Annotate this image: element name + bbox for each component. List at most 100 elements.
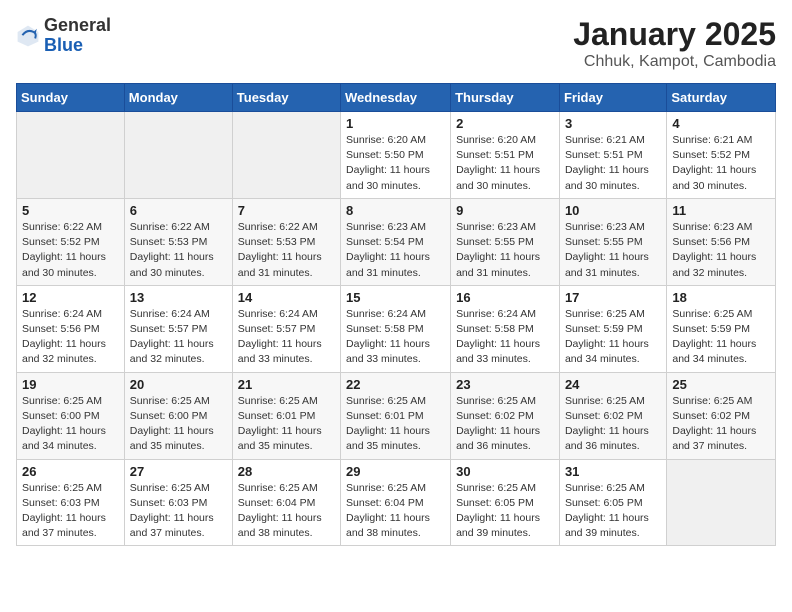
calendar-cell	[124, 112, 232, 199]
day-info: Sunrise: 6:24 AMSunset: 5:57 PMDaylight:…	[130, 307, 227, 368]
calendar-cell: 26 Sunrise: 6:25 AMSunset: 6:03 PMDayligh…	[17, 459, 125, 546]
title-block: January 2025 Chhuk, Kampot, Cambodia	[573, 16, 776, 71]
day-number: 15	[346, 290, 445, 305]
calendar-week-2: 5Sunrise: 6:22 AMSunset: 5:52 PMDaylight…	[17, 198, 776, 285]
calendar-cell: 17Sunrise: 6:25 AMSunset: 5:59 PMDayligh…	[559, 285, 666, 372]
day-info: Sunrise: 6:24 AMSunset: 5:58 PMDaylight:…	[456, 307, 554, 368]
day-number: 14	[238, 290, 335, 305]
day-info: Sunrise: 6:23 AMSunset: 5:54 PMDaylight:…	[346, 220, 445, 281]
day-info: Sunrise: 6:22 AMSunset: 5:53 PMDaylight:…	[238, 220, 335, 281]
day-number: 21	[238, 377, 335, 392]
day-number: 17	[565, 290, 661, 305]
header-day-saturday: Saturday	[667, 84, 776, 112]
calendar-cell: 19 Sunrise: 6:25 AMSunset: 6:00 PMDayligh…	[17, 372, 125, 459]
header-day-wednesday: Wednesday	[341, 84, 451, 112]
calendar-cell: 2Sunrise: 6:20 AMSunset: 5:51 PMDaylight…	[451, 112, 560, 199]
day-info: Sunrise: 6:24 AMSunset: 5:56 PMDaylight:…	[22, 307, 119, 368]
day-info: Sunrise: 6:25 AMSunset: 6:05 PMDaylight:…	[565, 481, 661, 542]
day-number: 20	[130, 377, 227, 392]
header-day-thursday: Thursday	[451, 84, 560, 112]
calendar-cell	[17, 112, 125, 199]
calendar-cell: 18 Sunrise: 6:25 AMSunset: 5:59 PMDayligh…	[667, 285, 776, 372]
day-number: 25	[672, 377, 770, 392]
calendar-cell: 22Sunrise: 6:25 AMSunset: 6:01 PMDayligh…	[341, 372, 451, 459]
calendar-cell: 16 Sunrise: 6:24 AMSunset: 5:58 PMDayligh…	[451, 285, 560, 372]
day-info: Sunrise: 6:25 AMSunset: 6:04 PMDaylight:…	[238, 481, 335, 542]
day-info: Sunrise: 6:25 AMSunset: 6:02 PMDaylight:…	[456, 394, 554, 455]
day-info: Sunrise: 6:21 AMSunset: 5:52 PMDaylight:…	[672, 133, 770, 194]
calendar-cell: 21 Sunrise: 6:25 AMSunset: 6:01 PMDayligh…	[232, 372, 340, 459]
calendar-week-1: 1Sunrise: 6:20 AMSunset: 5:50 PMDaylight…	[17, 112, 776, 199]
logo-blue-text: Blue	[44, 36, 111, 56]
day-info: Sunrise: 6:23 AMSunset: 5:55 PMDaylight:…	[565, 220, 661, 281]
page-header: General Blue January 2025 Chhuk, Kampot,…	[16, 16, 776, 71]
day-number: 23	[456, 377, 554, 392]
day-info: Sunrise: 6:22 AMSunset: 5:53 PMDaylight:…	[130, 220, 227, 281]
calendar-cell: 11Sunrise: 6:23 AMSunset: 5:56 PMDayligh…	[667, 198, 776, 285]
header-row: SundayMondayTuesdayWednesdayThursdayFrid…	[17, 84, 776, 112]
day-info: Sunrise: 6:25 AMSunset: 6:00 PMDaylight:…	[22, 394, 119, 455]
logo-text: General Blue	[44, 16, 111, 56]
day-number: 26	[22, 464, 119, 479]
day-number: 4	[672, 116, 770, 131]
calendar-cell: 7Sunrise: 6:22 AMSunset: 5:53 PMDaylight…	[232, 198, 340, 285]
day-number: 22	[346, 377, 445, 392]
day-info: Sunrise: 6:25 AMSunset: 6:01 PMDaylight:…	[238, 394, 335, 455]
day-number: 18	[672, 290, 770, 305]
day-info: Sunrise: 6:25 AMSunset: 6:00 PMDaylight:…	[130, 394, 227, 455]
calendar-cell: 8 Sunrise: 6:23 AMSunset: 5:54 PMDaylight…	[341, 198, 451, 285]
day-info: Sunrise: 6:20 AMSunset: 5:50 PMDaylight:…	[346, 133, 445, 194]
day-info: Sunrise: 6:25 AMSunset: 6:03 PMDaylight:…	[130, 481, 227, 542]
day-number: 3	[565, 116, 661, 131]
day-info: Sunrise: 6:25 AMSunset: 6:02 PMDaylight:…	[672, 394, 770, 455]
calendar-cell: 23 Sunrise: 6:25 AMSunset: 6:02 PMDayligh…	[451, 372, 560, 459]
day-info: Sunrise: 6:23 AMSunset: 5:56 PMDaylight:…	[672, 220, 770, 281]
day-info: Sunrise: 6:23 AMSunset: 5:55 PMDaylight:…	[456, 220, 554, 281]
day-info: Sunrise: 6:25 AMSunset: 6:02 PMDaylight:…	[565, 394, 661, 455]
calendar-cell: 30 Sunrise: 6:25 AMSunset: 6:05 PMDayligh…	[451, 459, 560, 546]
logo: General Blue	[16, 16, 111, 56]
calendar-body: 1Sunrise: 6:20 AMSunset: 5:50 PMDaylight…	[17, 112, 776, 546]
calendar-cell: 31Sunrise: 6:25 AMSunset: 6:05 PMDayligh…	[559, 459, 666, 546]
day-number: 2	[456, 116, 554, 131]
calendar-cell: 4 Sunrise: 6:21 AMSunset: 5:52 PMDaylight…	[667, 112, 776, 199]
day-info: Sunrise: 6:24 AMSunset: 5:58 PMDaylight:…	[346, 307, 445, 368]
calendar-cell	[667, 459, 776, 546]
calendar-table: SundayMondayTuesdayWednesdayThursdayFrid…	[16, 83, 776, 546]
calendar-cell: 25 Sunrise: 6:25 AMSunset: 6:02 PMDayligh…	[667, 372, 776, 459]
day-info: Sunrise: 6:25 AMSunset: 6:03 PMDaylight:…	[22, 481, 119, 542]
day-number: 12	[22, 290, 119, 305]
day-number: 16	[456, 290, 554, 305]
calendar-cell	[232, 112, 340, 199]
day-number: 8	[346, 203, 445, 218]
day-number: 30	[456, 464, 554, 479]
calendar-cell: 24 Sunrise: 6:25 AMSunset: 6:02 PMDayligh…	[559, 372, 666, 459]
day-number: 6	[130, 203, 227, 218]
day-info: Sunrise: 6:25 AMSunset: 6:05 PMDaylight:…	[456, 481, 554, 542]
calendar-cell: 5Sunrise: 6:22 AMSunset: 5:52 PMDaylight…	[17, 198, 125, 285]
day-info: Sunrise: 6:25 AMSunset: 5:59 PMDaylight:…	[672, 307, 770, 368]
calendar-cell: 9Sunrise: 6:23 AMSunset: 5:55 PMDaylight…	[451, 198, 560, 285]
day-info: Sunrise: 6:25 AMSunset: 6:04 PMDaylight:…	[346, 481, 445, 542]
calendar-cell: 13Sunrise: 6:24 AMSunset: 5:57 PMDayligh…	[124, 285, 232, 372]
header-day-sunday: Sunday	[17, 84, 125, 112]
calendar-week-4: 19 Sunrise: 6:25 AMSunset: 6:00 PMDayligh…	[17, 372, 776, 459]
day-number: 28	[238, 464, 335, 479]
day-number: 29	[346, 464, 445, 479]
day-number: 24	[565, 377, 661, 392]
day-number: 19	[22, 377, 119, 392]
calendar-title: January 2025	[573, 16, 776, 53]
calendar-cell: 12 Sunrise: 6:24 AMSunset: 5:56 PMDayligh…	[17, 285, 125, 372]
calendar-cell: 28 Sunrise: 6:25 AMSunset: 6:04 PMDayligh…	[232, 459, 340, 546]
header-day-friday: Friday	[559, 84, 666, 112]
header-day-tuesday: Tuesday	[232, 84, 340, 112]
logo-icon	[16, 24, 40, 48]
day-info: Sunrise: 6:22 AMSunset: 5:52 PMDaylight:…	[22, 220, 119, 281]
calendar-cell: 20 Sunrise: 6:25 AMSunset: 6:00 PMDayligh…	[124, 372, 232, 459]
calendar-week-5: 26 Sunrise: 6:25 AMSunset: 6:03 PMDayligh…	[17, 459, 776, 546]
logo-general-text: General	[44, 16, 111, 36]
calendar-cell: 10Sunrise: 6:23 AMSunset: 5:55 PMDayligh…	[559, 198, 666, 285]
calendar-week-3: 12 Sunrise: 6:24 AMSunset: 5:56 PMDayligh…	[17, 285, 776, 372]
calendar-header: SundayMondayTuesdayWednesdayThursdayFrid…	[17, 84, 776, 112]
calendar-cell: 14Sunrise: 6:24 AMSunset: 5:57 PMDayligh…	[232, 285, 340, 372]
